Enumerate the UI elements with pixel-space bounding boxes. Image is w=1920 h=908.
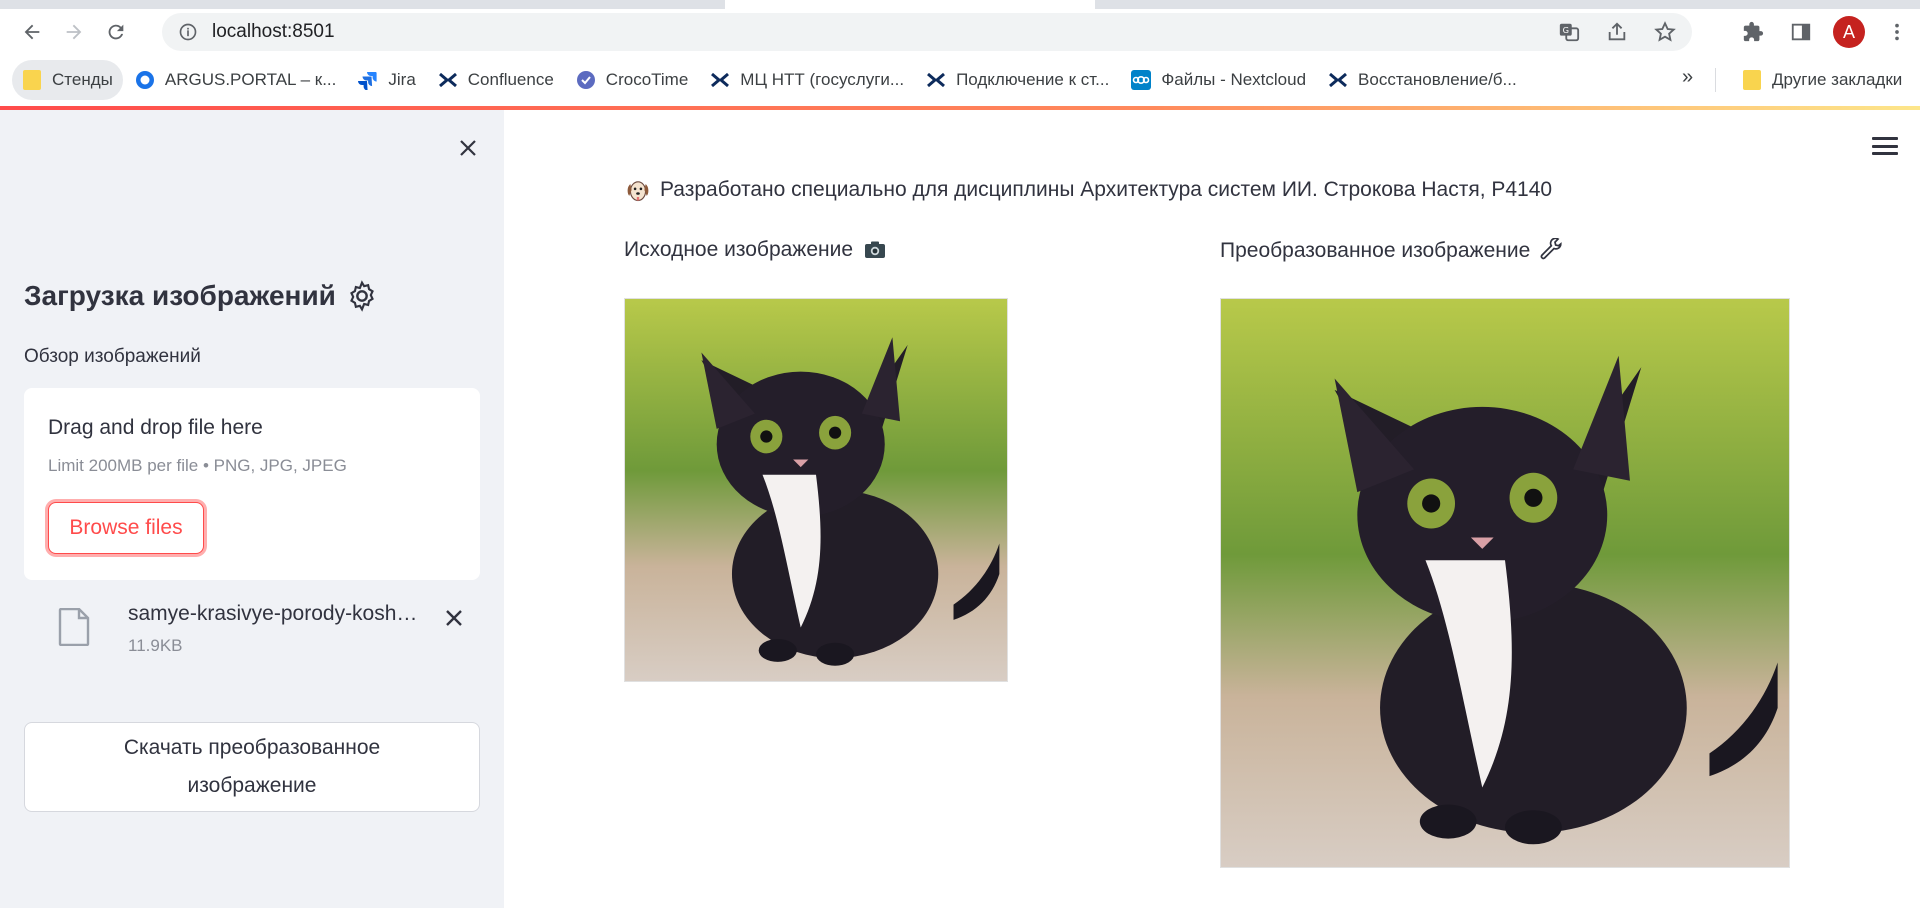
file-name: samye-krasivye-porody-koshek.jpg [128,602,428,625]
bookmark-label: Стенды [52,70,113,89]
sidebar: Загрузка изображений Обзор изображений D… [0,110,504,908]
puzzle-icon [1743,21,1764,42]
bookmark-label: CrocoTime [605,70,689,89]
side-panel-button[interactable] [1782,13,1820,51]
bookmark-label: Подключение к ст... [956,70,1110,89]
dog-icon [627,181,649,202]
confluence-icon [1328,70,1348,90]
bookmark-label: МЦ НТТ (госуслуги... [740,70,905,89]
share-icon[interactable] [1606,21,1628,43]
confluence-icon [438,70,458,90]
bookmark-item[interactable]: Confluence [428,60,564,100]
bookmark-label: Другие закладки [1772,70,1903,89]
browser-menu-button[interactable] [1878,13,1916,51]
uploaded-file: samye-krasivye-porody-koshek.jpg 11.9KB [24,598,480,668]
folder-icon [1742,70,1762,90]
sidebar-title: Загрузка изображений [24,280,378,312]
page-caption: Разработано специально для дисциплины Ар… [624,176,1552,204]
kitten-photo [625,299,1007,681]
extensions-area: A [1724,9,1920,55]
hamburger-line [1872,152,1898,155]
dropzone-limits: Limit 200MB per file • PNG, JPG, JPEG [48,456,347,475]
bookmark-item[interactable]: МЦ НТТ (госуслуги... [700,60,914,100]
bookmark-label: Jira [388,70,416,89]
profile-button[interactable]: A [1830,13,1868,51]
back-arrow-icon [24,24,40,40]
bookmark-item[interactable]: CrocoTime [566,60,699,100]
bookmark-item[interactable]: Восстановление/б... [1318,60,1527,100]
close-icon [446,610,462,626]
bookmark-label: ARGUS.PORTAL – к... [164,70,337,89]
file-icon [58,608,90,646]
forward-button[interactable] [56,14,92,50]
translate-icon[interactable]: G [1558,21,1580,43]
bookmark-label: Файлы - Nextcloud [1161,70,1307,89]
original-image-title: Исходное изображение [624,238,889,262]
side-panel-icon [1791,23,1811,41]
confluence-icon [710,70,730,90]
hamburger-line [1872,144,1898,148]
other-bookmarks-folder[interactable]: Другие закладки [1732,60,1912,100]
transformed-image [1220,298,1790,868]
forward-arrow-icon [66,24,82,40]
bookmarks-divider [1715,68,1716,92]
svg-text:G: G [1563,25,1569,35]
gear-icon [350,280,374,312]
bookmark-item[interactable]: Стенды [12,60,123,100]
caption-text: Разработано специально для дисциплины Ар… [660,178,1553,201]
url-text[interactable]: localhost:8501 [212,21,335,43]
transformed-title-text: Преобразованное изображение [1220,239,1531,262]
sidebar-title-text: Загрузка изображений [24,280,336,311]
sidebar-close-button[interactable] [454,134,482,162]
confluence-icon [926,70,946,90]
argus-icon [135,70,155,90]
hamburger-line [1872,137,1898,140]
more-bookmarks-button[interactable]: » [1682,66,1693,89]
file-size: 11.9KB [128,636,183,655]
kebab-menu-icon [1895,23,1899,41]
dropzone-instructions: Drag and drop file here [48,416,263,439]
folder-icon [22,70,42,90]
bookmark-item[interactable]: Подключение к ст... [916,60,1119,100]
active-tab[interactable] [725,0,1095,9]
nextcloud-icon [1131,70,1152,90]
download-button[interactable]: Скачать преобразованное изображение [24,722,480,812]
address-bar[interactable]: localhost:8501 G [162,13,1692,51]
bookmark-item[interactable]: ARGUS.PORTAL – к... [125,60,347,100]
bookmark-item[interactable]: Файлы - Nextcloud [1121,60,1316,100]
close-icon [460,140,476,156]
crocotime-icon [576,70,596,90]
main-menu-button[interactable] [1870,134,1900,158]
bookmark-star-icon[interactable] [1654,21,1676,43]
bookmark-item[interactable]: Jira [348,60,425,100]
browse-files-button[interactable]: Browse files [48,502,204,554]
camera-icon [865,241,886,258]
extensions-button[interactable] [1734,13,1772,51]
wrench-icon [1540,238,1562,260]
reload-button[interactable] [98,14,134,50]
avatar: A [1833,16,1865,48]
uploader-label: Обзор изображений [24,346,201,367]
bookmark-label: Восстановление/б... [1358,70,1517,89]
tab-strip [0,0,1920,9]
browser-chrome: localhost:8501 G A Стенды ARGUS.PORTAL –… [0,0,1920,108]
jira-icon [358,70,378,90]
browser-toolbar: localhost:8501 G A [0,9,1920,55]
original-title-text: Исходное изображение [624,238,854,261]
back-button[interactable] [14,14,50,50]
file-dropzone[interactable]: Drag and drop file here Limit 200MB per … [24,388,480,580]
site-info-icon[interactable] [178,22,198,42]
kitten-photo-transformed [1221,299,1789,867]
bookmarks-bar: Стенды ARGUS.PORTAL – к... Jira Confluen… [0,56,1920,104]
original-image [624,298,1008,682]
transformed-image-title: Преобразованное изображение [1220,238,1564,264]
remove-file-button[interactable] [440,604,468,632]
bookmark-label: Confluence [467,70,554,89]
reload-icon [108,24,124,40]
